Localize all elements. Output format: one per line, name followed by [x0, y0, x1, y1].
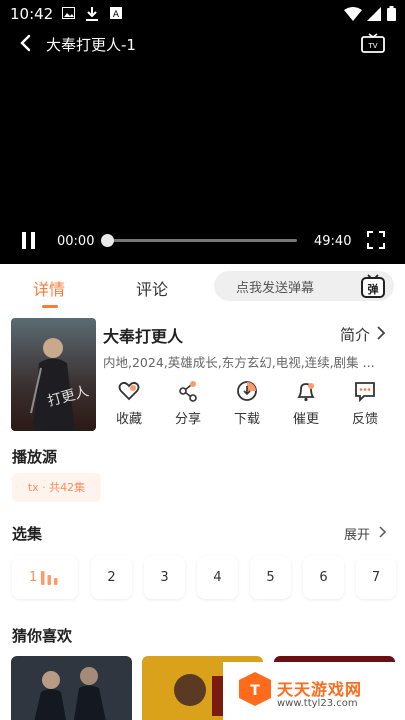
- signal-icon: [367, 7, 381, 21]
- svg-text:A: A: [113, 10, 120, 19]
- progress-handle[interactable]: [101, 234, 114, 247]
- danmaku-icon[interactable]: 弹: [360, 273, 386, 299]
- episode-label: 1: [29, 570, 38, 585]
- episode-label: 2: [107, 570, 116, 585]
- status-time: 10:42: [10, 5, 54, 23]
- download-button[interactable]: 下载: [227, 380, 267, 430]
- current-time: 00:00: [57, 234, 95, 249]
- favorite-button[interactable]: 收藏: [109, 380, 149, 430]
- app-screen: 10:42 A 大奉打更人-1 TV 00:00 49:40 详情 评论 点我发…: [0, 0, 405, 720]
- urge-update-label: 催更: [292, 412, 319, 427]
- intro-link[interactable]: 简介: [340, 324, 370, 345]
- tab-comments[interactable]: 评论: [136, 276, 168, 300]
- recommend-section-title: 猜你喜欢: [12, 627, 73, 645]
- image-notification-icon: [62, 7, 75, 19]
- feedback-button[interactable]: 反馈: [345, 380, 385, 430]
- back-icon[interactable]: [18, 34, 34, 52]
- svg-text:T: T: [250, 683, 260, 699]
- episodes-section-title: 选集: [12, 525, 43, 543]
- episode-label: 3: [160, 570, 169, 585]
- share-label: 分享: [174, 412, 201, 427]
- favorite-label: 收藏: [115, 412, 142, 427]
- watermark-url: www.ttyl23.com: [277, 698, 358, 709]
- episode-7[interactable]: 7: [356, 556, 396, 599]
- pause-button[interactable]: [20, 232, 38, 250]
- show-title: 大奉打更人: [103, 327, 184, 346]
- feedback-label: 反馈: [351, 412, 378, 427]
- download-icon: [237, 381, 257, 401]
- episode-3[interactable]: 3: [144, 556, 185, 599]
- bell-icon: [297, 383, 315, 402]
- show-tags: 内地,2024,英雄成长,东方玄幻,电视,连续,剧集 ...: [103, 355, 375, 370]
- active-tab-indicator: [42, 305, 58, 308]
- recommend-card[interactable]: [11, 656, 132, 720]
- episode-label: 6: [319, 570, 328, 585]
- wifi-icon: [344, 7, 362, 21]
- chevron-right-icon[interactable]: [376, 326, 386, 340]
- status-bar: 10:42 A: [0, 0, 405, 28]
- episode-2[interactable]: 2: [91, 556, 132, 599]
- chevron-right-icon[interactable]: [378, 526, 387, 538]
- share-button[interactable]: 分享: [168, 380, 208, 430]
- video-player[interactable]: 10:42 A 大奉打更人-1 TV 00:00 49:40: [0, 0, 405, 264]
- svg-text:弹: 弹: [368, 282, 379, 296]
- urge-update-button[interactable]: 催更: [286, 380, 326, 430]
- svg-text:TV: TV: [367, 42, 377, 50]
- expand-episodes[interactable]: 展开: [344, 524, 370, 543]
- progress-track[interactable]: [108, 239, 297, 242]
- tab-detail[interactable]: 详情: [33, 276, 65, 300]
- episode-label: 7: [371, 570, 381, 585]
- share-icon: [179, 381, 197, 402]
- download-label: 下载: [233, 412, 260, 427]
- episode-5[interactable]: 5: [250, 556, 291, 599]
- cast-tv-icon[interactable]: TV: [361, 33, 385, 55]
- playing-indicator-icon: [41, 571, 58, 585]
- battery-icon: [387, 6, 396, 21]
- episode-6[interactable]: 6: [303, 556, 344, 599]
- episode-label: 4: [213, 570, 222, 585]
- fullscreen-icon[interactable]: [367, 231, 385, 249]
- duration: 49:40: [314, 234, 352, 249]
- source-section-title: 播放源: [12, 448, 58, 466]
- watermark-logo: T: [239, 672, 271, 706]
- episode-4[interactable]: 4: [197, 556, 238, 599]
- episode-label: 5: [266, 570, 275, 585]
- watermark-name: 天天游戏网: [277, 680, 363, 699]
- download-notification-icon: [86, 7, 98, 21]
- app-notification-icon: A: [110, 7, 122, 19]
- heart-icon: [118, 381, 140, 401]
- source-chip[interactable]: tx · 共42集: [12, 473, 101, 502]
- feedback-icon: [355, 382, 375, 402]
- show-poster[interactable]: 打更人: [11, 318, 96, 431]
- video-title: 大奉打更人-1: [46, 36, 136, 54]
- danmaku-placeholder[interactable]: 点我发送弹幕: [236, 277, 314, 296]
